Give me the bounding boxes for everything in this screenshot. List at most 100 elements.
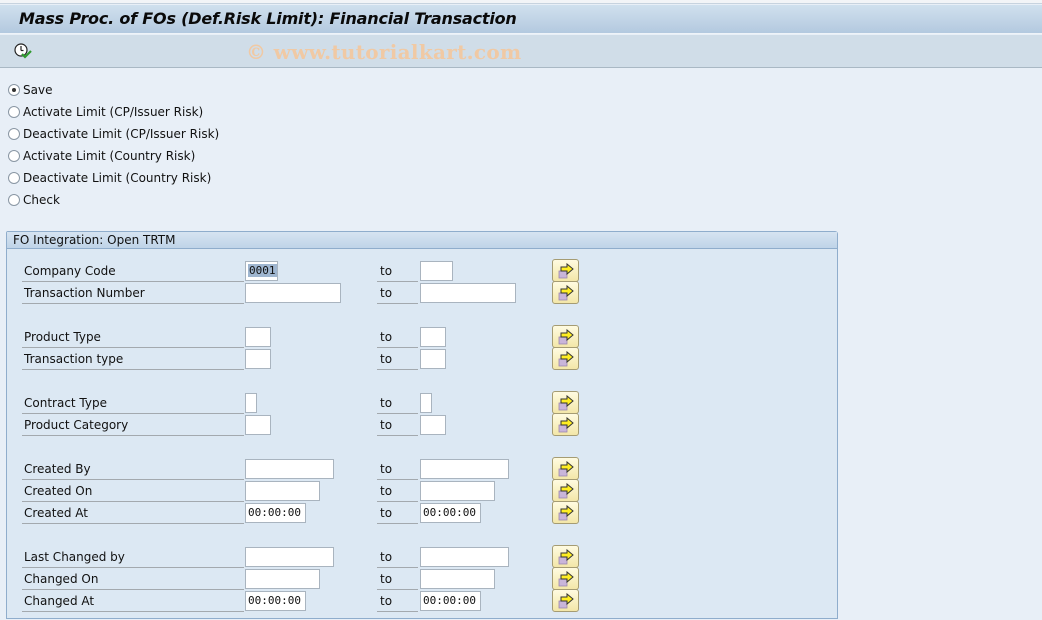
multiple-selection-arrow-icon bbox=[558, 417, 574, 433]
radio-activate-limit-cp-issuer[interactable]: Activate Limit (CP/Issuer Risk) bbox=[8, 101, 219, 123]
product-category-multiple-selection-button[interactable] bbox=[552, 413, 579, 436]
radio-label: Check bbox=[23, 193, 60, 207]
transaction-number-to-label: to bbox=[377, 283, 418, 304]
multiple-selection-arrow-icon bbox=[558, 483, 574, 499]
selection-row-created-on: Created On to bbox=[7, 479, 837, 503]
changed-on-label: Changed On bbox=[22, 569, 244, 590]
transaction-type-to-input[interactable] bbox=[420, 349, 446, 369]
selection-row-created-by: Created By to bbox=[7, 457, 837, 481]
product-category-label: Product Category bbox=[22, 415, 244, 436]
product-category-from-input[interactable] bbox=[245, 415, 271, 435]
radio-label: Activate Limit (Country Risk) bbox=[23, 149, 196, 163]
changed-at-to-label: to bbox=[377, 591, 418, 612]
last-changed-by-to-input[interactable] bbox=[420, 547, 509, 567]
created-by-multiple-selection-button[interactable] bbox=[552, 457, 579, 480]
last-changed-by-multiple-selection-button[interactable] bbox=[552, 545, 579, 568]
product-type-label: Product Type bbox=[22, 327, 244, 348]
contract-type-to-input[interactable] bbox=[420, 393, 432, 413]
contract-type-label: Contract Type bbox=[22, 393, 244, 414]
radio-check[interactable]: Check bbox=[8, 189, 219, 211]
selected-value-text: 0001 bbox=[248, 264, 277, 277]
product-type-to-input[interactable] bbox=[420, 327, 446, 347]
radio-button[interactable] bbox=[8, 84, 20, 96]
transaction-number-label: Transaction Number bbox=[22, 283, 244, 304]
created-by-label: Created By bbox=[22, 459, 244, 480]
radio-button[interactable] bbox=[8, 172, 20, 184]
radio-label: Save bbox=[23, 83, 53, 97]
product-type-from-input[interactable] bbox=[245, 327, 271, 347]
multiple-selection-arrow-icon bbox=[558, 329, 574, 345]
last-changed-by-to-label: to bbox=[377, 547, 418, 568]
window-top-edge bbox=[0, 0, 1042, 4]
group-title: FO Integration: Open TRTM bbox=[7, 232, 837, 249]
contract-type-to-label: to bbox=[377, 393, 418, 414]
contract-type-multiple-selection-button[interactable] bbox=[552, 391, 579, 414]
created-on-to-input[interactable] bbox=[420, 481, 495, 501]
radio-button[interactable] bbox=[8, 150, 20, 162]
multiple-selection-arrow-icon bbox=[558, 549, 574, 565]
selection-row-product-type: Product Type to bbox=[7, 325, 837, 349]
created-by-to-label: to bbox=[377, 459, 418, 480]
company-code-to-label: to bbox=[377, 261, 418, 282]
transaction-number-to-input[interactable] bbox=[420, 283, 516, 303]
last-changed-by-from-input[interactable] bbox=[245, 547, 334, 567]
contract-type-from-input[interactable] bbox=[245, 393, 257, 413]
changed-at-label: Changed At bbox=[22, 591, 244, 612]
created-on-multiple-selection-button[interactable] bbox=[552, 479, 579, 502]
created-by-to-input[interactable] bbox=[420, 459, 509, 479]
created-at-to-label: to bbox=[377, 503, 418, 524]
transaction-type-to-label: to bbox=[377, 349, 418, 370]
radio-activate-limit-country[interactable]: Activate Limit (Country Risk) bbox=[8, 145, 219, 167]
selection-row-contract-type: Contract Type to bbox=[7, 391, 837, 415]
multiple-selection-arrow-icon bbox=[558, 263, 574, 279]
multiple-selection-arrow-icon bbox=[558, 571, 574, 587]
page-title: Mass Proc. of FOs (Def.Risk Limit): Fina… bbox=[19, 9, 517, 28]
selection-row-company-code: Company Code 0001 to bbox=[7, 259, 837, 283]
radio-button[interactable] bbox=[8, 106, 20, 118]
created-by-from-input[interactable] bbox=[245, 459, 334, 479]
radio-deactivate-limit-cp-issuer[interactable]: Deactivate Limit (CP/Issuer Risk) bbox=[8, 123, 219, 145]
radio-label: Deactivate Limit (CP/Issuer Risk) bbox=[23, 127, 220, 141]
company-code-from-input[interactable]: 0001 bbox=[245, 261, 278, 281]
application-toolbar: © www.tutorialkart.com bbox=[0, 35, 1042, 68]
created-at-from-input[interactable]: 00:00:00 bbox=[245, 503, 306, 523]
company-code-label: Company Code bbox=[22, 261, 244, 282]
created-at-label: Created At bbox=[22, 503, 244, 524]
watermark-text: © www.tutorialkart.com bbox=[246, 40, 522, 64]
multiple-selection-arrow-icon bbox=[558, 505, 574, 521]
transaction-type-multiple-selection-button[interactable] bbox=[552, 347, 579, 370]
transaction-number-multiple-selection-button[interactable] bbox=[552, 281, 579, 304]
multiple-selection-arrow-icon bbox=[558, 285, 574, 301]
product-category-to-input[interactable] bbox=[420, 415, 446, 435]
execute-button[interactable] bbox=[13, 42, 33, 60]
multiple-selection-arrow-icon bbox=[558, 351, 574, 367]
selection-row-transaction-type: Transaction type to bbox=[7, 347, 837, 371]
radio-deactivate-limit-country[interactable]: Deactivate Limit (Country Risk) bbox=[8, 167, 219, 189]
transaction-type-label: Transaction type bbox=[22, 349, 244, 370]
created-at-to-input[interactable]: 00:00:00 bbox=[420, 503, 481, 523]
changed-on-to-label: to bbox=[377, 569, 418, 590]
transaction-number-from-input[interactable] bbox=[245, 283, 341, 303]
changed-at-multiple-selection-button[interactable] bbox=[552, 589, 579, 612]
created-at-multiple-selection-button[interactable] bbox=[552, 501, 579, 524]
changed-at-from-input[interactable]: 00:00:00 bbox=[245, 591, 306, 611]
multiple-selection-arrow-icon bbox=[558, 461, 574, 477]
product-type-multiple-selection-button[interactable] bbox=[552, 325, 579, 348]
fo-integration-group: FO Integration: Open TRTM Company Code 00… bbox=[6, 231, 838, 619]
radio-button[interactable] bbox=[8, 194, 20, 206]
radio-button[interactable] bbox=[8, 128, 20, 140]
company-code-multiple-selection-button[interactable] bbox=[552, 259, 579, 282]
processing-mode-radio-group: Save Activate Limit (CP/Issuer Risk) Dea… bbox=[8, 79, 219, 211]
title-bar: Mass Proc. of FOs (Def.Risk Limit): Fina… bbox=[0, 5, 1042, 34]
changed-on-to-input[interactable] bbox=[420, 569, 495, 589]
transaction-type-from-input[interactable] bbox=[245, 349, 271, 369]
multiple-selection-arrow-icon bbox=[558, 395, 574, 411]
radio-save[interactable]: Save bbox=[8, 79, 219, 101]
created-on-from-input[interactable] bbox=[245, 481, 320, 501]
radio-label: Activate Limit (CP/Issuer Risk) bbox=[23, 105, 204, 119]
changed-at-to-input[interactable]: 00:00:00 bbox=[420, 591, 481, 611]
changed-on-from-input[interactable] bbox=[245, 569, 320, 589]
changed-on-multiple-selection-button[interactable] bbox=[552, 567, 579, 590]
company-code-to-input[interactable] bbox=[420, 261, 453, 281]
selection-row-created-at: Created At 00:00:00 to 00:00:00 bbox=[7, 501, 837, 525]
